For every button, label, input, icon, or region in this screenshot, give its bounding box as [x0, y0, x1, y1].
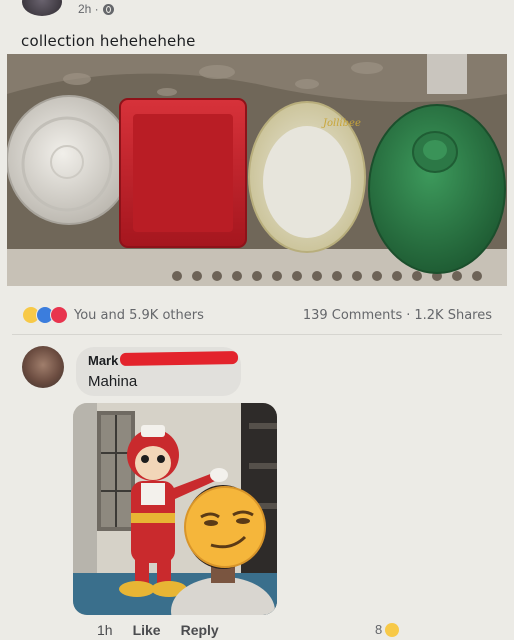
comment-time[interactable]: 1h: [97, 622, 113, 638]
comment-photo[interactable]: [73, 403, 277, 615]
comment-reaction-number: 8: [375, 622, 383, 637]
dishes-illustration: Jollibee: [7, 54, 507, 286]
post-stats: 139 Comments · 1.2K Shares: [303, 308, 492, 323]
reaction-summary-text: You and 5.9K others: [74, 307, 204, 323]
svg-text:Jollibee: Jollibee: [321, 118, 361, 129]
reply-button[interactable]: Reply: [181, 622, 219, 638]
like-button[interactable]: Like: [133, 622, 161, 638]
stats-separator: ·: [406, 308, 411, 323]
comment-reaction-count[interactable]: 8: [375, 622, 400, 637]
name-redaction: [119, 350, 239, 367]
comment-actions: 1h Like Reply: [97, 622, 219, 638]
haha-icon: [385, 622, 400, 637]
commenter-name[interactable]: Mark: [88, 353, 118, 368]
post-photo[interactable]: Jollibee: [7, 54, 507, 286]
post-meta: 2h ·: [78, 2, 114, 16]
poster-avatar[interactable]: [22, 0, 62, 16]
facebook-post: 2h · collection hehehehehe Jollibee You …: [0, 0, 514, 640]
mascot-photo: [73, 403, 277, 615]
commenter-avatar[interactable]: [22, 346, 64, 388]
comments-count[interactable]: 139 Comments: [303, 308, 402, 323]
love-icon: [50, 306, 68, 324]
reaction-summary[interactable]: You and 5.9K others: [22, 306, 204, 324]
globe-icon: [102, 3, 114, 15]
shares-count[interactable]: 1.2K Shares: [414, 308, 492, 323]
comment-bubble: Mark Mahina: [76, 347, 241, 396]
post-caption: collection hehehehehe: [21, 32, 196, 50]
post-time[interactable]: 2h ·: [78, 2, 99, 16]
divider: [12, 334, 502, 335]
comment-text: Mahina: [88, 373, 138, 390]
